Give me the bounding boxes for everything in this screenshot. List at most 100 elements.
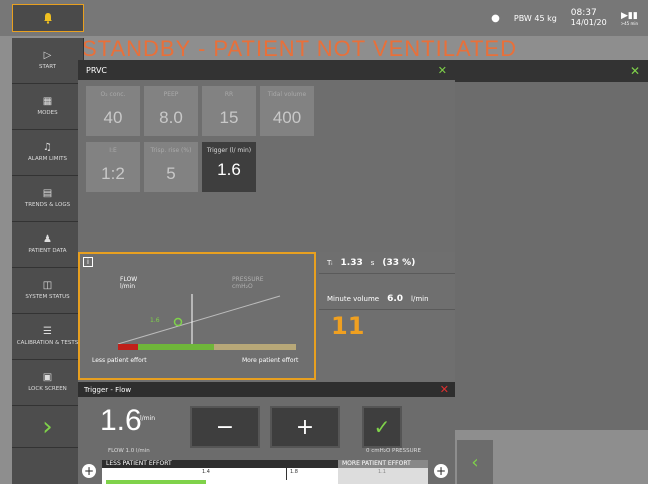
tile-label: Trisp. rise (%) <box>150 147 192 154</box>
tile-ie[interactable]: I:E 1:2 <box>86 142 140 192</box>
trigger-title: Trigger - Flow <box>84 385 132 394</box>
ti-unit: s <box>370 258 375 267</box>
more-effort-label: More patient effort <box>242 357 299 364</box>
sidebar-item-patient-data[interactable]: ♟ PATIENT DATA <box>12 222 83 268</box>
alarm-icon: ♫ <box>43 142 52 153</box>
scale-pointer <box>286 468 287 480</box>
mv-row: Minute volume 6.0 l/min <box>319 288 455 310</box>
tile-value: 8.0 <box>159 108 183 127</box>
sidebar-next-button[interactable]: › <box>12 406 83 448</box>
tile-label: Trigger (l/ min) <box>206 147 252 154</box>
minus-icon: − <box>215 414 235 440</box>
scale-tick: 1.8 <box>290 469 298 475</box>
patient-icon: ● <box>491 12 500 24</box>
tile-value: 15 <box>219 108 239 127</box>
add-right-button[interactable]: + <box>434 464 448 478</box>
pressure-note: 0 cmH₂O PRESSURE <box>366 448 421 454</box>
tile-value: 5 <box>166 164 176 183</box>
tile-label: Tidal volume <box>267 91 307 98</box>
sidebar-item-label: CALIBRATION & TESTS <box>16 340 79 346</box>
marker-value: 1.6 <box>150 317 160 324</box>
chevron-left-icon: ‹ <box>471 451 479 473</box>
background-panel: ✕ <box>455 60 648 430</box>
sidebar-item-label: TRENDS & LOGS <box>24 202 71 208</box>
axis-line <box>117 295 281 345</box>
mv-unit: l/min <box>411 294 429 303</box>
trigger-unit: l/min <box>140 415 156 422</box>
sidebar-item-lock-screen[interactable]: ▣ LOCK SCREEN <box>12 360 83 406</box>
plus-icon: + <box>295 414 315 440</box>
decrement-button[interactable]: − <box>190 406 260 448</box>
trigger-flow-panel: Trigger - Flow ✕ 1.6 l/min − + ✓ FLOW 1.0… <box>78 382 455 484</box>
flow-note: FLOW 1.0 l/min <box>108 448 150 454</box>
tile-o2[interactable]: O₂ conc. 40 <box>86 86 140 136</box>
patient-icon: ♟ <box>43 234 52 245</box>
ti-value: 1.33 <box>340 257 363 268</box>
date: 14/01/20 <box>570 18 607 27</box>
tile-trigger[interactable]: Trigger (l/ min) 1.6 <box>202 142 256 192</box>
sidebar-item-trends[interactable]: ▤ TRENDS & LOGS <box>12 176 83 222</box>
dialog-title: PRVC <box>86 65 108 75</box>
tile-peep[interactable]: PEEP 8.0 <box>144 86 198 136</box>
trigger-graph: i FLOW l/min PRESSURE cmH₂O 1.6 Less patie… <box>78 252 316 380</box>
sidebar: ▷ START ▦ MODES ♫ ALARM LIMITS ▤ TRENDS & LO… <box>12 38 84 484</box>
sidebar-item-alarm-limits[interactable]: ♫ ALARM LIMITS <box>12 130 83 176</box>
less-effort-scale: LESS PATIENT EFFORT 1.4 1.8 <box>102 460 338 484</box>
system-icon: ◫ <box>42 280 53 291</box>
tile-rr[interactable]: RR 15 <box>202 86 256 136</box>
trigger-value: 1.6 <box>100 404 142 437</box>
big-value: 11 <box>331 312 365 340</box>
ti-row: Tᵢ 1.33 s (33 %) <box>319 252 455 274</box>
less-effort-label: Less patient effort <box>92 357 147 364</box>
clock: 08:37 14/01/20 <box>570 9 607 28</box>
chevron-right-icon: › <box>42 411 53 442</box>
bell-icon <box>44 13 52 24</box>
tile-value: 40 <box>103 108 123 127</box>
tile-label: O₂ conc. <box>100 91 126 98</box>
scale-tick: 1.4 <box>202 469 210 475</box>
add-left-button[interactable]: + <box>82 464 96 478</box>
sidebar-item-start[interactable]: ▷ START <box>12 38 83 84</box>
effort-bar-tan <box>214 344 296 350</box>
battery-indicator: ▶▮▮ >45 min <box>621 11 638 26</box>
checkmark-icon: ✓ <box>373 415 391 439</box>
mv-value: 6.0 <box>387 293 404 304</box>
tile-tidal-volume[interactable]: Tidal volume 400 <box>260 86 314 136</box>
calibration-icon: ☰ <box>43 326 52 337</box>
sidebar-item-modes[interactable]: ▦ MODES <box>12 84 83 130</box>
battery-icon: ▶▮▮ <box>620 10 638 21</box>
tile-value: 400 <box>272 108 302 127</box>
tile-rise[interactable]: Trisp. rise (%) 5 <box>144 142 198 192</box>
close-icon[interactable]: ✕ <box>440 383 449 396</box>
more-effort-label: MORE PATIENT EFFORT <box>338 460 428 468</box>
sidebar-item-calibration[interactable]: ☰ CALIBRATION & TESTS <box>12 314 83 360</box>
sidebar-item-system-status[interactable]: ◫ SYSTEM STATUS <box>12 268 83 314</box>
ti-label: Tᵢ <box>327 258 333 267</box>
trends-icon: ▤ <box>42 188 53 199</box>
confirm-button[interactable]: ✓ <box>362 406 402 448</box>
pbw-label: PBW 45 kg <box>513 13 557 23</box>
sidebar-item-label: ALARM LIMITS <box>28 156 67 162</box>
battery-label: >45 min <box>620 20 638 26</box>
effort-bar-green <box>138 344 214 350</box>
metrics-panel: Tᵢ 1.33 s (33 %) Minute volume 6.0 l/min… <box>319 252 455 380</box>
status-right: ● PBW 45 kg 08:37 14/01/20 ▶▮▮ >45 min <box>491 0 648 36</box>
back-button[interactable]: ‹ <box>457 440 493 484</box>
close-icon[interactable]: ✕ <box>438 64 447 77</box>
marker-point <box>173 317 183 327</box>
tile-label: PEEP <box>163 91 179 98</box>
mv-label: Minute volume <box>327 294 380 303</box>
tile-value: 1:2 <box>101 164 125 183</box>
more-effort-scale: MORE PATIENT EFFORT 1.1 <box>338 460 428 484</box>
sidebar-item-label: MODES <box>37 110 58 116</box>
effort-bar-red <box>118 344 138 350</box>
standby-banner: STANDBY - PATIENT NOT VENTILATED <box>82 36 517 61</box>
close-icon[interactable]: ✕ <box>630 64 640 78</box>
increment-button[interactable]: + <box>270 406 340 448</box>
prvc-dialog: PRVC ✕ O₂ conc. 40 PEEP 8.0 RR 15 Tidal volu… <box>78 60 455 382</box>
effort-scale: + LESS PATIENT EFFORT 1.4 1.8 MORE PATIE… <box>78 460 455 484</box>
alarm-bell-button[interactable] <box>12 4 84 32</box>
grid-icon: ▦ <box>42 96 53 107</box>
less-effort-label: LESS PATIENT EFFORT <box>102 460 338 468</box>
tile-value: 1.6 <box>217 160 241 179</box>
